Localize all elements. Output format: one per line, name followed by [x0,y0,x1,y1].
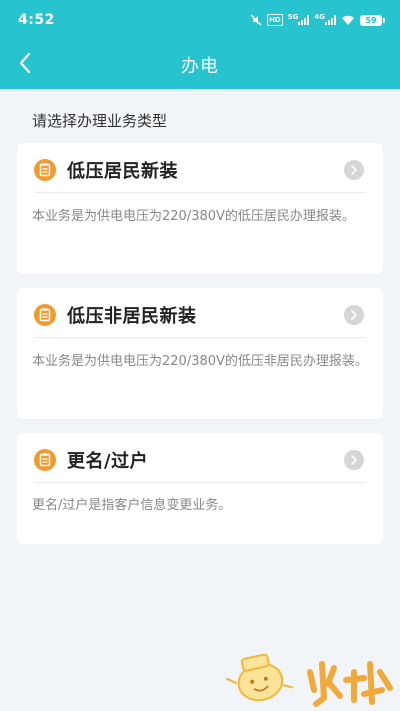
card-description: 本业务是为供电电压为220/380V的低压非居民办理报装。 [32,354,368,369]
mute-icon [250,14,262,26]
chevron-right-icon[interactable] [344,450,364,470]
signal-4g-label: 4G [314,13,325,21]
chevron-right-icon[interactable] [344,160,364,180]
signal-5g-icon: 5G [287,13,310,26]
status-time: 4:52 [18,12,55,28]
hd-badge: HD [267,14,283,26]
wifi-icon [341,14,355,26]
service-card-name-transfer[interactable]: 更名/过户 更名/过户是指客户信息变更业务。 [17,433,383,544]
signal-4g-icon: 4G [314,13,336,26]
app-header: 4:52 HD 5G 4G 59 办电 [0,0,400,89]
service-card-residential[interactable]: 低压居民新装 本业务是为供电电压为220/380V的低压居民办理报装。 [17,143,383,274]
card-header[interactable]: 低压居民新装 [17,143,383,193]
section-title: 请选择办理业务类型 [32,112,168,130]
card-divider [34,192,366,193]
status-icons: HD 5G 4G 59 [250,13,385,26]
card-description: 本业务是为供电电压为220/380V的低压居民办理报装。 [32,209,355,224]
battery-icon: 59 [360,14,385,26]
status-bar: 4:52 HD 5G 4G 59 [0,0,400,40]
clipboard-icon [34,159,56,181]
card-divider [34,482,366,483]
card-divider [34,337,366,338]
nav-bar: 办电 [0,40,400,89]
card-header[interactable]: 低压非居民新装 [17,288,383,338]
signal-5g-label: 5G [287,13,299,21]
card-header[interactable]: 更名/过户 [17,433,383,483]
page-title: 办电 [181,55,219,77]
chevron-left-icon [19,52,31,74]
clipboard-icon [34,449,56,471]
back-button[interactable] [10,48,40,78]
card-title: 低压非居民新装 [67,306,197,327]
watermark-logo-icon [226,653,393,707]
card-title: 低压居民新装 [67,161,178,182]
card-title: 更名/过户 [67,451,149,472]
clipboard-icon [34,304,56,326]
chevron-right-icon[interactable] [344,305,364,325]
service-card-non-residential[interactable]: 低压非居民新装 本业务是为供电电压为220/380V的低压非居民办理报装。 [17,288,383,419]
card-description: 更名/过户是指客户信息变更业务。 [32,498,232,513]
